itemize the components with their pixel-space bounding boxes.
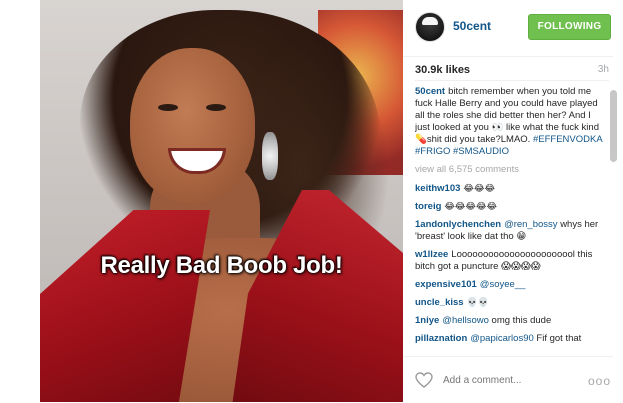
comment-text: Fif got that <box>536 333 582 344</box>
photo-face <box>130 48 255 203</box>
view-all-comments-link[interactable]: view all 6,575 comments <box>415 164 603 175</box>
post-footer: ooo <box>403 356 613 403</box>
post-caption: 50cent bitch remember when you told me fu… <box>415 86 603 158</box>
heart-icon-svg <box>415 372 433 388</box>
comments-scrollbar[interactable] <box>610 86 618 354</box>
comment-text: omg this dude <box>491 315 552 326</box>
comment-username[interactable]: uncle_kiss <box>415 297 464 308</box>
comment-item: uncle_kiss 💀💀 <box>415 297 603 309</box>
comment-mention[interactable]: @papicarlos90 <box>470 333 534 344</box>
comment-item: 1niye @hellsowo omg this dude <box>415 315 603 327</box>
photo-eye-right <box>206 104 226 111</box>
username-link[interactable]: 50cent <box>453 19 491 33</box>
divider <box>415 80 609 81</box>
comment-mention[interactable]: @hellsowo <box>442 315 489 326</box>
scrollbar-thumb[interactable] <box>610 90 617 162</box>
caption-username[interactable]: 50cent <box>415 86 445 97</box>
avatar[interactable] <box>415 12 445 42</box>
post-header: 50cent FOLLOWING <box>403 0 613 57</box>
comment-username[interactable]: 1andonlychenchen <box>415 219 501 230</box>
heart-icon[interactable] <box>415 372 433 388</box>
photo-overlay-text: Really Bad Boob Job! <box>100 252 343 279</box>
comment-item: keithw103 😂😂😂 <box>415 183 603 195</box>
comment-item: toreig 😂😂😂😂😂 <box>415 201 603 213</box>
comment-item: expensive101 @soyee__ <box>415 279 603 291</box>
comment-text: 💀💀 <box>466 298 490 308</box>
comment-username[interactable]: expensive101 <box>415 279 477 290</box>
post-photo[interactable]: Really Bad Boob Job! <box>40 0 403 402</box>
more-options-icon[interactable]: ooo <box>588 374 611 388</box>
comment-mention[interactable]: @soyee__ <box>480 279 526 290</box>
comment-item: w1llzee Looooooooooooooooooooool this bit… <box>415 249 603 273</box>
comment-mention[interactable]: @ren_bossy <box>504 219 557 230</box>
add-comment-input[interactable] <box>443 375 573 386</box>
photo-eye-left <box>158 104 178 111</box>
comment-text: 😂😂😂 <box>463 184 495 194</box>
left-gutter <box>0 0 40 402</box>
comment-username[interactable]: w1llzee <box>415 249 448 260</box>
comment-username[interactable]: keithw103 <box>415 183 460 194</box>
post-side-panel: 50cent FOLLOWING 30.9k likes 3h 50cent bi… <box>403 0 623 402</box>
comment-item: 1andonlychenchen @ren_bossy whys her 'bre… <box>415 219 603 243</box>
comment-item: pillaznation @papicarlos90 Fif got that <box>415 333 603 345</box>
comment-username[interactable]: pillaznation <box>415 333 467 344</box>
following-button[interactable]: FOLLOWING <box>528 14 611 40</box>
post-time[interactable]: 3h <box>598 64 609 75</box>
comment-username[interactable]: toreig <box>415 201 441 212</box>
comment-username[interactable]: 1niye <box>415 315 439 326</box>
comments-feed: 50cent bitch remember when you told me fu… <box>415 86 603 356</box>
photo-earring <box>262 132 278 180</box>
comment-text: 😂😂😂😂😂 <box>444 202 497 212</box>
likes-count[interactable]: 30.9k likes <box>415 64 470 76</box>
